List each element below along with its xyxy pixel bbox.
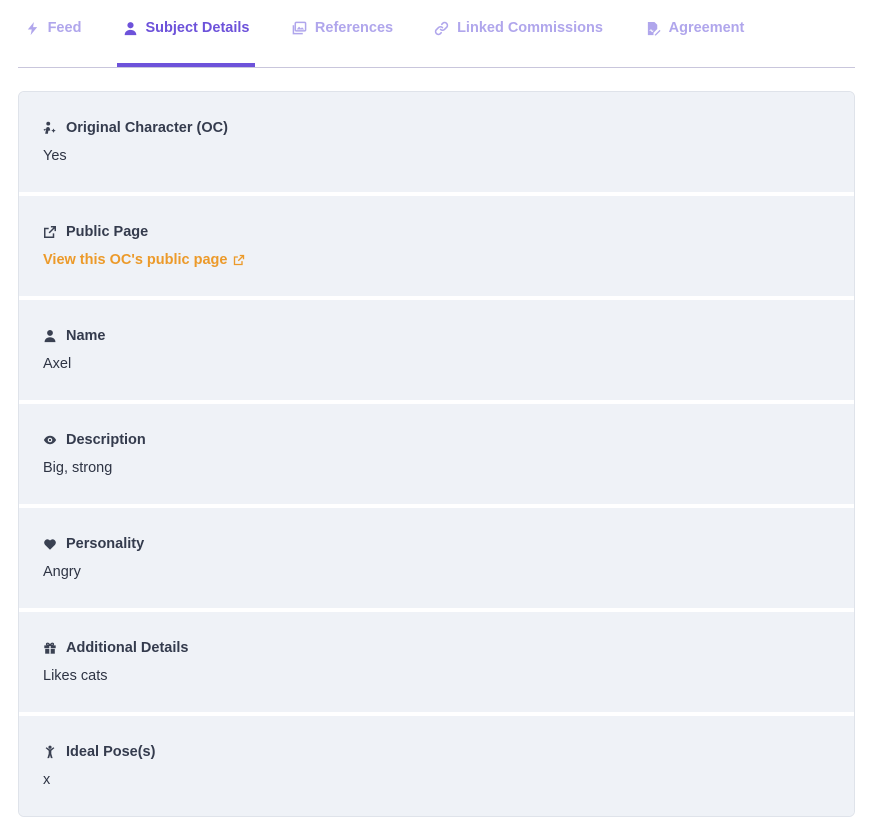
oc-value: Yes bbox=[43, 148, 67, 164]
eye-icon bbox=[43, 435, 57, 445]
external-link-icon bbox=[44, 226, 56, 238]
tab-subject-details-label: Subject Details bbox=[145, 20, 250, 36]
oc-label: Original Character (OC) bbox=[66, 120, 228, 136]
person-sparkle-icon bbox=[43, 121, 56, 134]
ideal-pose-value: x bbox=[43, 772, 51, 788]
tab-references-label: References bbox=[314, 20, 394, 36]
ideal-pose-label: Ideal Pose(s) bbox=[66, 744, 156, 760]
public-page-link-text: View this OC's public page bbox=[43, 252, 228, 268]
tab-feed-label: Feed bbox=[47, 20, 82, 36]
public-page-link[interactable]: View this OC's public page bbox=[43, 250, 245, 270]
additional-details-value: Likes cats bbox=[43, 668, 108, 684]
external-link-icon bbox=[234, 254, 245, 266]
section-name: Name Axel bbox=[19, 300, 854, 400]
section-public-page: Public Page View this OC's public page bbox=[19, 196, 854, 296]
bolt-icon bbox=[27, 21, 37, 35]
signed-document-icon bbox=[647, 21, 661, 36]
images-icon bbox=[292, 21, 307, 34]
pose-figure-icon bbox=[45, 745, 55, 759]
link-icon bbox=[434, 21, 449, 35]
tab-bar: Feed Subject Details References Linked C… bbox=[18, 0, 855, 68]
name-label: Name bbox=[66, 328, 106, 344]
tab-agreement-label: Agreement bbox=[668, 20, 745, 36]
tab-feed[interactable]: Feed bbox=[22, 0, 84, 66]
user-icon bbox=[124, 21, 136, 35]
description-value: Big, strong bbox=[43, 460, 113, 476]
additional-details-label: Additional Details bbox=[66, 640, 189, 656]
personality-value: Angry bbox=[43, 564, 81, 580]
tab-linked-commissions[interactable]: Linked Commissions bbox=[433, 0, 604, 66]
section-original-character: Original Character (OC) Yes bbox=[19, 92, 854, 192]
tab-references[interactable]: References bbox=[289, 0, 396, 66]
heart-icon bbox=[44, 539, 56, 550]
section-personality: Personality Angry bbox=[19, 508, 854, 608]
user-icon bbox=[44, 330, 56, 343]
section-additional-details: Additional Details Likes cats bbox=[19, 612, 854, 712]
description-label: Description bbox=[66, 432, 146, 448]
section-ideal-pose: Ideal Pose(s) x bbox=[19, 716, 854, 816]
tab-agreement[interactable]: Agreement bbox=[642, 0, 748, 66]
name-value: Axel bbox=[43, 356, 72, 372]
tab-subject-details[interactable]: Subject Details bbox=[117, 0, 255, 67]
personality-label: Personality bbox=[66, 536, 145, 552]
gift-icon bbox=[44, 642, 56, 654]
public-page-label: Public Page bbox=[66, 224, 149, 240]
subject-details-panel: Original Character (OC) Yes Public Page … bbox=[18, 91, 855, 817]
tab-linked-commissions-label: Linked Commissions bbox=[457, 20, 603, 36]
section-description: Description Big, strong bbox=[19, 404, 854, 504]
